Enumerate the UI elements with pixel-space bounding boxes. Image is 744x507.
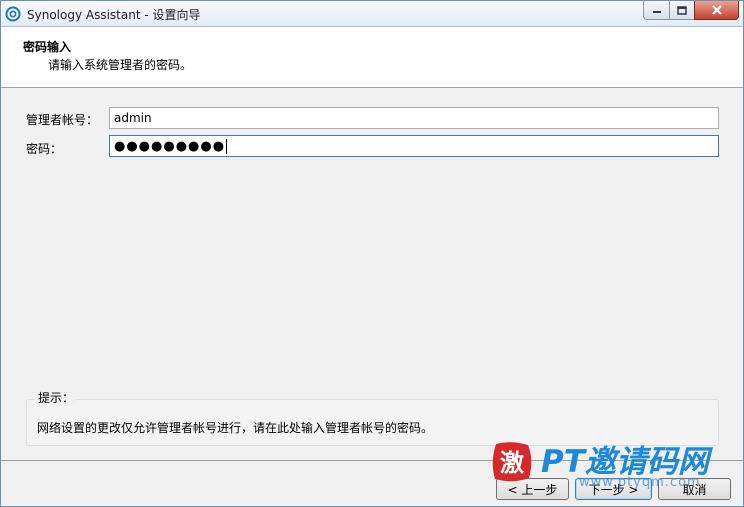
hint-text: 网络设置的更改仅允许管理者帐号进行，请在此处输入管理者帐号的密码。 <box>37 421 434 435</box>
text-caret <box>226 139 228 154</box>
title-bar[interactable]: Synology Assistant - 设置向导 <box>1 1 743 27</box>
close-button[interactable] <box>694 1 739 20</box>
page-subtitle: 请输入系统管理者的密码。 <box>48 58 193 72</box>
password-input[interactable]: ●●●●●●●●● <box>109 135 719 157</box>
minimize-icon <box>652 11 661 13</box>
hint-title: 提示： <box>36 389 77 406</box>
wizard-header: 密码输入 请输入系统管理者的密码。 <box>1 27 743 88</box>
synology-assistant-icon <box>5 6 21 22</box>
password-label: 密码： <box>26 142 63 156</box>
maximize-button[interactable] <box>669 1 695 20</box>
maximize-icon <box>677 5 687 15</box>
page-title: 密码输入 <box>23 40 72 54</box>
wizard-window: Synology Assistant - 设置向导 密码输入 请输入系统管理者的… <box>0 0 744 507</box>
watermark-url: www.ptyqm.com <box>579 475 701 490</box>
password-mask: ●●●●●●●●● <box>114 139 226 154</box>
account-input-value: admin <box>114 111 152 125</box>
seal-logo-icon: 激 <box>492 442 532 482</box>
account-label: 管理者帐号： <box>26 113 99 127</box>
seal-character: 激 <box>500 449 524 477</box>
watermark: 激 PT邀请码网 www.ptyqm.com <box>487 436 743 498</box>
minimize-button[interactable] <box>643 1 670 20</box>
account-input[interactable]: admin <box>109 107 719 129</box>
window-title: Synology Assistant - 设置向导 <box>27 8 201 22</box>
close-icon <box>711 5 722 15</box>
